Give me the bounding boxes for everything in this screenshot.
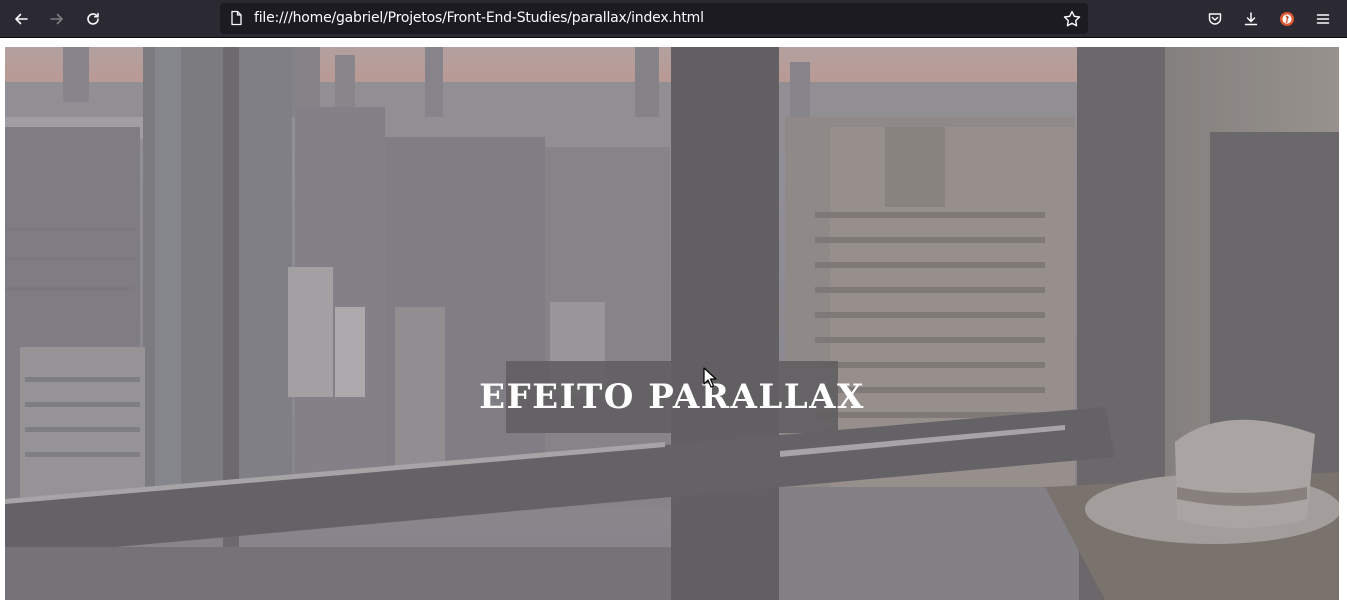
parallax-hero-section: EFEITO PARALLAX: [5, 47, 1339, 600]
download-icon: [1244, 12, 1258, 26]
arrow-left-icon: [15, 13, 28, 25]
menu-button[interactable]: [1309, 5, 1337, 33]
forward-button[interactable]: [43, 5, 71, 33]
url-text[interactable]: file:///home/gabriel/Projetos/Front-End-…: [254, 10, 704, 26]
reload-icon: [87, 12, 99, 25]
url-bar[interactable]: file:///home/gabriel/Projetos/Front-End-…: [220, 3, 1088, 34]
mouse-cursor-icon: [703, 367, 717, 388]
arrow-right-icon: [50, 13, 63, 25]
hamburger-menu-icon: [1316, 14, 1330, 24]
dim-overlay: [5, 47, 1339, 600]
extension-button[interactable]: [1273, 5, 1301, 33]
browser-toolbar: file:///home/gabriel/Projetos/Front-End-…: [0, 0, 1347, 38]
pocket-button[interactable]: [1201, 5, 1229, 33]
downloads-button[interactable]: [1237, 5, 1265, 33]
hero-title-box: EFEITO PARALLAX: [479, 361, 863, 433]
duckduckgo-icon: [1280, 12, 1294, 26]
pocket-icon: [1208, 13, 1222, 25]
star-icon[interactable]: [1062, 9, 1082, 29]
back-button[interactable]: [7, 5, 35, 33]
reload-button[interactable]: [79, 5, 107, 33]
hero-title: EFEITO PARALLAX: [479, 377, 865, 417]
page-icon: [231, 10, 242, 26]
page-viewport: EFEITO PARALLAX: [0, 39, 1347, 600]
